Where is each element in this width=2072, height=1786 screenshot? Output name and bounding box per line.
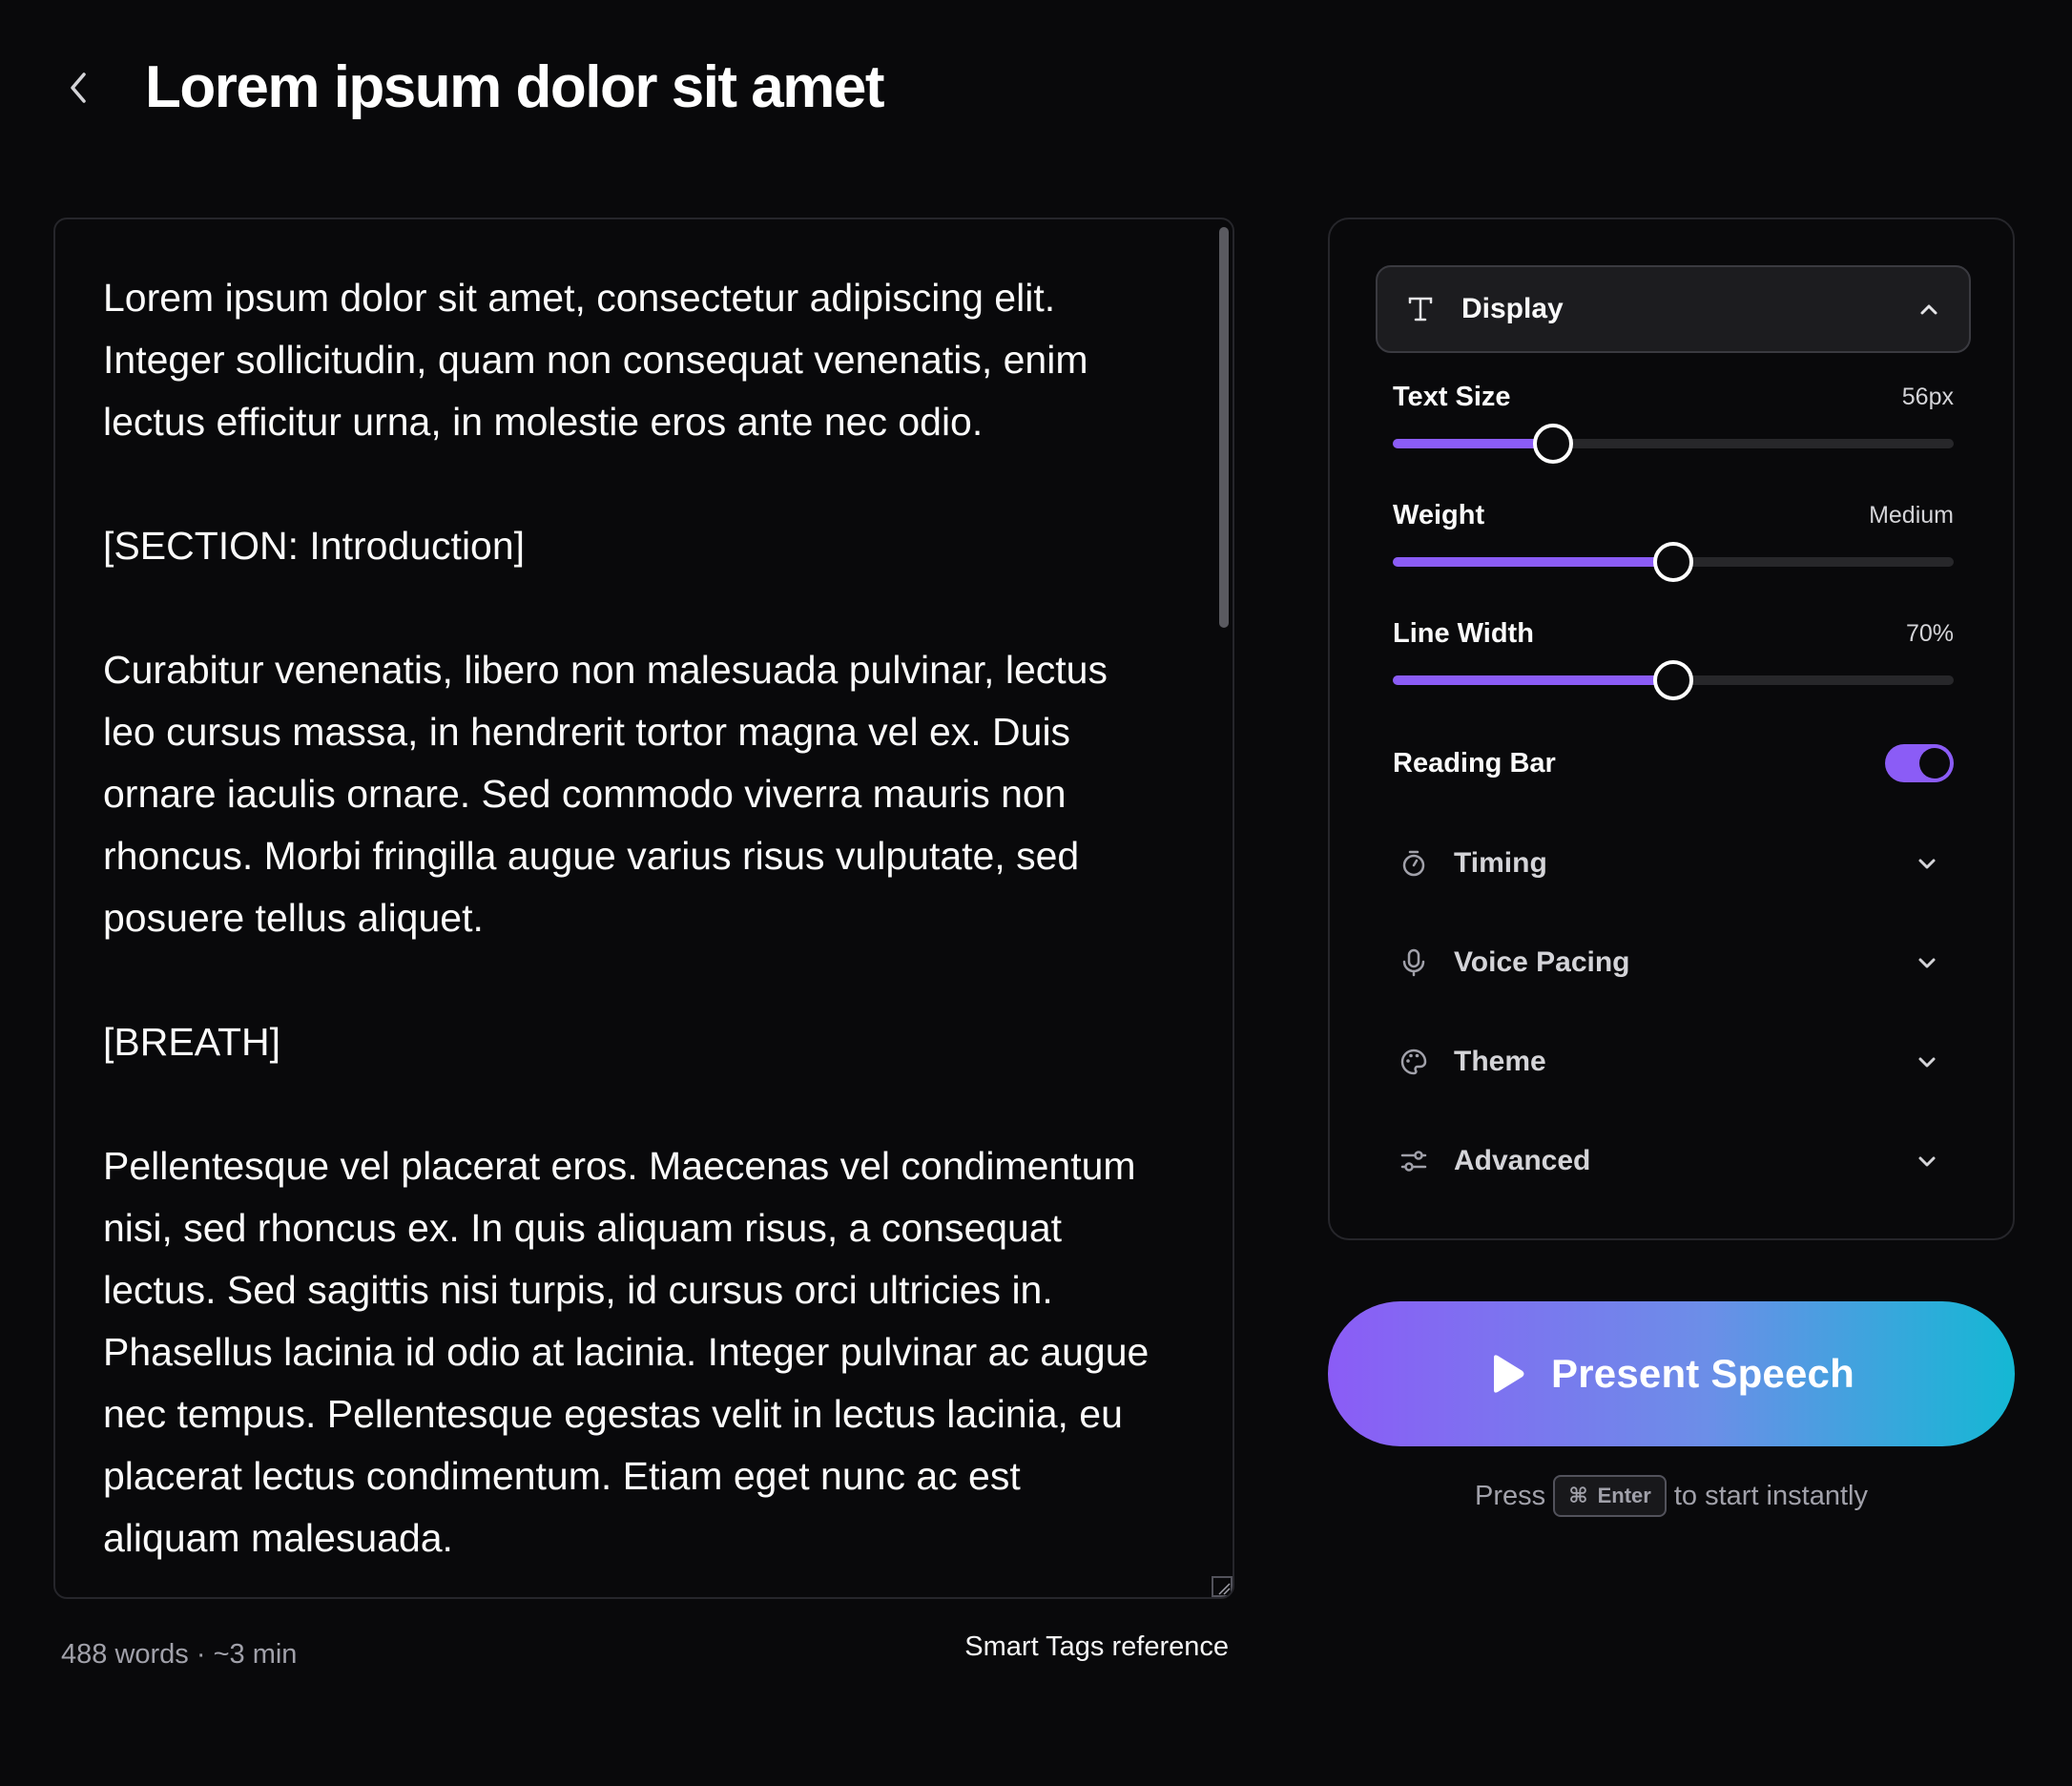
hint-prefix: Press bbox=[1475, 1480, 1546, 1511]
weight-slider-thumb[interactable] bbox=[1653, 542, 1693, 582]
line-width-slider-fill bbox=[1393, 675, 1673, 685]
timing-section-header[interactable]: Timing bbox=[1393, 830, 1954, 897]
line-width-value: 70% bbox=[1905, 620, 1954, 647]
text-size-slider-thumb[interactable] bbox=[1532, 424, 1573, 464]
timer-icon bbox=[1397, 846, 1431, 881]
keyboard-hint: Press ⌘ Enter to start instantly bbox=[1328, 1475, 2015, 1517]
display-section-label: Display bbox=[1461, 293, 1564, 324]
enter-key-label: Enter bbox=[1597, 1484, 1651, 1507]
voice-pacing-section-label: Voice Pacing bbox=[1454, 946, 1630, 978]
line-width-slider-thumb[interactable] bbox=[1653, 660, 1693, 700]
theme-section-label: Theme bbox=[1454, 1046, 1546, 1077]
script-text[interactable]: Lorem ipsum dolor sit amet, consectetur … bbox=[103, 267, 1166, 1597]
reading-bar-label: Reading Bar bbox=[1393, 748, 1556, 779]
reading-bar-toggle[interactable] bbox=[1885, 744, 1954, 782]
text-type-icon bbox=[1404, 293, 1437, 325]
line-width-slider[interactable] bbox=[1393, 660, 1954, 700]
hint-suffix: to start instantly bbox=[1673, 1480, 1868, 1511]
chevron-down-icon bbox=[1914, 1148, 1940, 1174]
display-section-header[interactable]: Display bbox=[1376, 265, 1971, 353]
section-tag: [SECTION: Introduction] bbox=[103, 524, 526, 568]
sliders-icon bbox=[1397, 1144, 1431, 1178]
theme-section-header[interactable]: Theme bbox=[1393, 1028, 1954, 1095]
text-size-slider[interactable] bbox=[1393, 424, 1954, 464]
voice-pacing-section-header[interactable]: Voice Pacing bbox=[1393, 929, 1954, 996]
weight-label: Weight bbox=[1393, 500, 1485, 530]
weight-slider-fill bbox=[1393, 557, 1673, 567]
script-paragraph: Pellentesque vel placerat eros. Maecenas… bbox=[103, 1144, 1150, 1560]
present-speech-button[interactable]: Present Speech bbox=[1328, 1301, 2015, 1446]
microphone-icon bbox=[1397, 945, 1431, 980]
word-count: 488 words · ~3 min bbox=[61, 1639, 298, 1670]
present-speech-label: Present Speech bbox=[1551, 1351, 1854, 1396]
chevron-down-icon bbox=[1914, 850, 1940, 877]
chevron-down-icon bbox=[1914, 1049, 1940, 1075]
chevron-down-icon bbox=[1914, 949, 1940, 976]
editor-scrollbar[interactable] bbox=[1219, 227, 1229, 628]
resize-handle-icon[interactable] bbox=[1212, 1576, 1233, 1597]
script-editor[interactable]: Lorem ipsum dolor sit amet, consectetur … bbox=[53, 218, 1234, 1599]
settings-panel: Display Text Size 56px Weight Medium Lin… bbox=[1328, 218, 2015, 1240]
advanced-section-label: Advanced bbox=[1454, 1145, 1591, 1176]
smart-tags-reference-link[interactable]: Smart Tags reference bbox=[964, 1631, 1229, 1663]
timing-section-label: Timing bbox=[1454, 847, 1547, 879]
weight-slider[interactable] bbox=[1393, 542, 1954, 582]
page-title: Lorem ipsum dolor sit amet bbox=[145, 54, 885, 120]
back-button[interactable] bbox=[59, 67, 97, 109]
toggle-knob bbox=[1919, 748, 1950, 779]
reading-bar-setting: Reading Bar bbox=[1393, 742, 1954, 788]
play-icon bbox=[1488, 1353, 1526, 1395]
script-paragraph: Curabitur venenatis, libero non malesuad… bbox=[103, 648, 1108, 940]
text-size-slider-fill bbox=[1393, 439, 1553, 448]
chevron-up-icon bbox=[1916, 296, 1942, 322]
script-paragraph: Lorem ipsum dolor sit amet, consectetur … bbox=[103, 276, 1088, 444]
breath-tag: [BREATH] bbox=[103, 1020, 281, 1064]
advanced-section-header[interactable]: Advanced bbox=[1393, 1128, 1954, 1194]
line-width-label: Line Width bbox=[1393, 618, 1534, 649]
app-root: Lorem ipsum dolor sit amet Lorem ipsum d… bbox=[0, 0, 2072, 1786]
text-size-label: Text Size bbox=[1393, 382, 1511, 412]
enter-key-badge: ⌘ Enter bbox=[1553, 1475, 1667, 1517]
weight-value: Medium bbox=[1869, 502, 1954, 529]
text-size-value: 56px bbox=[1901, 384, 1954, 410]
chevron-left-icon bbox=[71, 73, 86, 103]
palette-icon bbox=[1397, 1045, 1431, 1079]
command-key-icon: ⌘ bbox=[1568, 1484, 1588, 1507]
